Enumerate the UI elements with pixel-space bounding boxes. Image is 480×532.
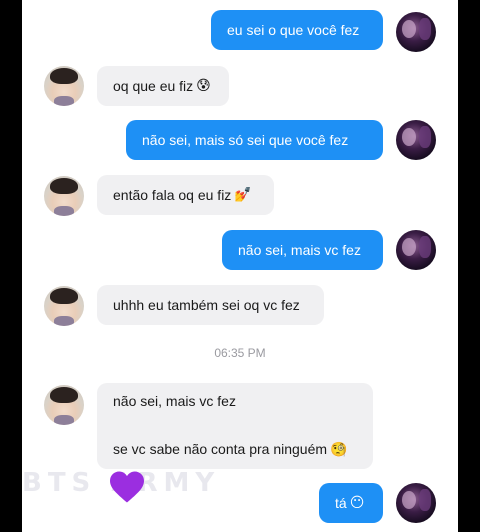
message-text: tá xyxy=(335,495,347,511)
message-text: uhhh eu também sei oq vc fez xyxy=(113,297,300,313)
contact-avatar[interactable] xyxy=(44,385,84,425)
message-text: não sei, mais vc fez xyxy=(113,393,236,409)
incoming-message[interactable]: oq que eu fiz 😰 xyxy=(97,66,229,106)
chat-thread: eu sei o que você fez oq que eu fiz 😰 não… xyxy=(22,0,458,532)
my-avatar[interactable] xyxy=(396,483,436,523)
outgoing-message[interactable]: não sei, mais vc fez xyxy=(222,230,383,270)
incoming-message[interactable]: não sei, mais vc fez se vc sabe não cont… xyxy=(97,383,373,469)
incoming-message[interactable]: uhhh eu também sei oq vc fez xyxy=(97,285,324,325)
no-mouth-face-icon: 😶 xyxy=(349,495,365,511)
incoming-message[interactable]: então fala oq eu fiz 💅 xyxy=(97,175,274,215)
outgoing-message[interactable]: eu sei o que você fez xyxy=(211,10,383,50)
anxious-face-icon: 😰 xyxy=(196,78,211,94)
message-text: não sei, mais só sei que você fez xyxy=(142,132,349,148)
my-avatar[interactable] xyxy=(396,12,436,52)
message-text: oq que eu fiz xyxy=(113,78,194,94)
my-avatar[interactable] xyxy=(396,120,436,160)
contact-avatar[interactable] xyxy=(44,286,84,326)
outgoing-message[interactable]: tá 😶 xyxy=(319,483,383,523)
monocle-face-icon: 🧐 xyxy=(330,442,348,458)
my-avatar[interactable] xyxy=(396,230,436,270)
message-text-line2: se vc sabe não conta pra ninguém 🧐 xyxy=(113,441,348,458)
purple-heart-icon xyxy=(110,471,144,503)
contact-avatar[interactable] xyxy=(44,176,84,216)
contact-avatar[interactable] xyxy=(44,66,84,106)
outgoing-message[interactable]: não sei, mais só sei que você fez xyxy=(126,120,383,160)
message-text: então fala oq eu fiz xyxy=(113,187,232,203)
message-text: não sei, mais vc fez xyxy=(238,242,361,258)
timestamp: 06:35 PM xyxy=(214,346,266,360)
message-text: eu sei o que você fez xyxy=(227,22,360,38)
nail-polish-icon: 💅 xyxy=(234,187,252,203)
